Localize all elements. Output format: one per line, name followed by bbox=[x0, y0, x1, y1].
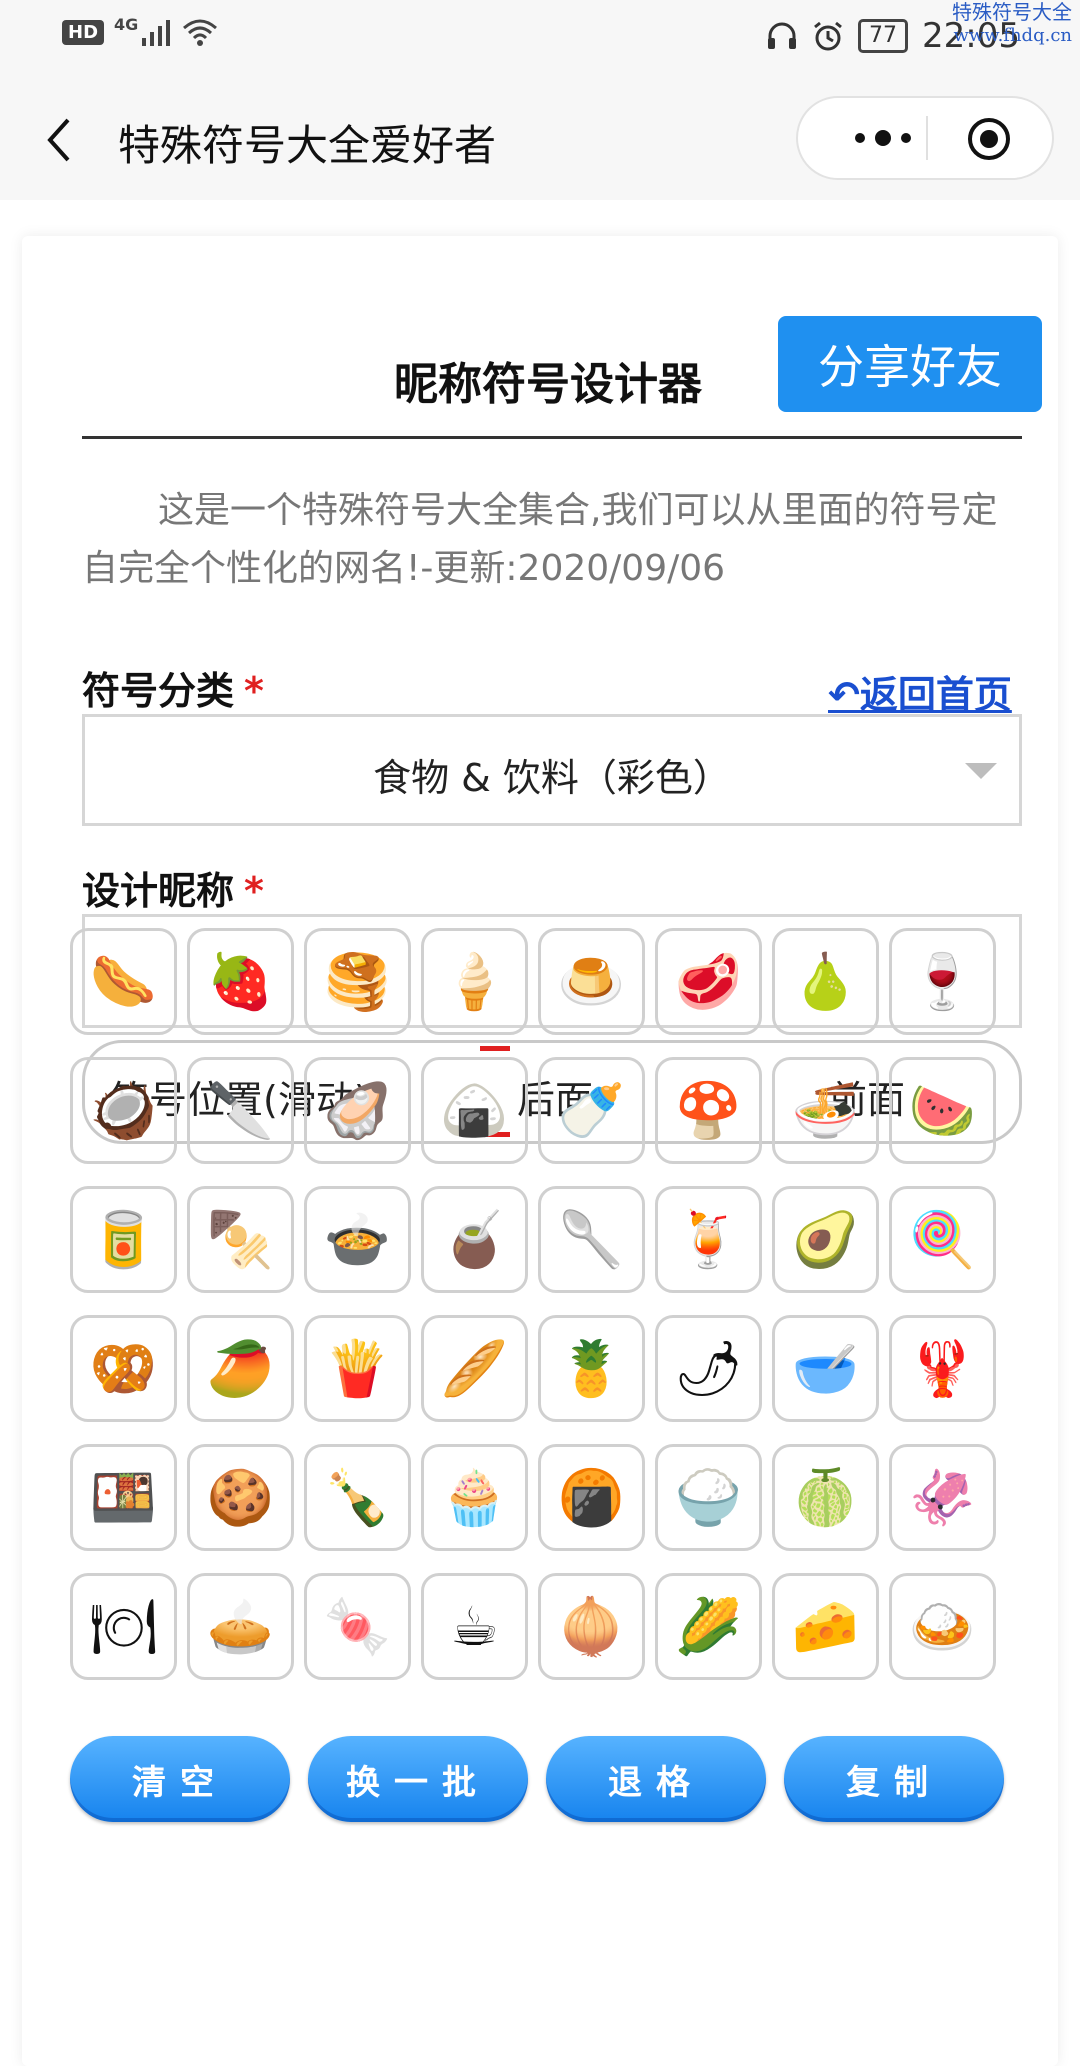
symbol-cell[interactable]: 🦑 bbox=[889, 1444, 996, 1551]
symbol-cell[interactable]: 🥥 bbox=[70, 1057, 177, 1164]
symbol-cell[interactable]: 🍹 bbox=[655, 1186, 762, 1293]
symbol-cell[interactable]: 🌽 bbox=[655, 1573, 762, 1680]
headphones-icon bbox=[768, 22, 797, 49]
symbol-cell[interactable]: 🧅 bbox=[538, 1573, 645, 1680]
back-icon[interactable] bbox=[40, 110, 80, 170]
symbol-cell[interactable]: 🍄 bbox=[655, 1057, 762, 1164]
symbol-cell[interactable]: ☕ bbox=[421, 1573, 528, 1680]
symbol-cell[interactable]: 🍐 bbox=[772, 928, 879, 1035]
status-left: HD 4G bbox=[62, 14, 218, 46]
nickname-label-text: 设计昵称 bbox=[82, 869, 235, 913]
symbol-cell[interactable]: 🍟 bbox=[304, 1315, 411, 1422]
symbol-cell[interactable]: 🍦 bbox=[421, 928, 528, 1035]
backspace-button[interactable]: 退格 bbox=[546, 1736, 766, 1822]
symbol-cell[interactable]: 🍾 bbox=[304, 1444, 411, 1551]
status-bar: HD 4G 77 22:05 特殊符号大全 www.fhdq.cn bbox=[0, 0, 1080, 80]
share-button[interactable]: 分享好友 bbox=[778, 316, 1042, 412]
symbol-cell[interactable]: 🥣 bbox=[772, 1315, 879, 1422]
symbol-cell[interactable]: 🥩 bbox=[655, 928, 762, 1035]
symbol-cell[interactable]: 🍱 bbox=[70, 1444, 177, 1551]
wifi-icon bbox=[183, 19, 218, 46]
symbol-cell[interactable]: 🥭 bbox=[187, 1315, 294, 1422]
symbol-cell[interactable]: 🍘 bbox=[538, 1444, 645, 1551]
clear-button[interactable]: 清空 bbox=[70, 1736, 290, 1822]
capsule-divider bbox=[926, 116, 928, 160]
symbol-cell[interactable]: 🍈 bbox=[772, 1444, 879, 1551]
symbol-cell[interactable]: 🦪 bbox=[304, 1057, 411, 1164]
symbol-cell[interactable]: 🧁 bbox=[421, 1444, 528, 1551]
card-title: 昵称符号设计器 bbox=[394, 359, 702, 410]
signal-icon bbox=[142, 20, 171, 46]
symbol-cell[interactable]: 🥑 bbox=[772, 1186, 879, 1293]
battery-indicator: 77 bbox=[858, 19, 909, 53]
home-link[interactable]: ↶返回首页 bbox=[828, 664, 1012, 719]
symbol-cell[interactable]: 🍷 bbox=[889, 928, 996, 1035]
alarm-icon bbox=[814, 21, 842, 51]
symbol-cell[interactable]: 🧉 bbox=[421, 1186, 528, 1293]
symbol-cell[interactable]: 🥨 bbox=[70, 1315, 177, 1422]
symbol-cell[interactable]: 🔪 bbox=[187, 1057, 294, 1164]
symbol-cell[interactable]: 🍚 bbox=[655, 1444, 762, 1551]
symbol-cell[interactable]: 🌶 bbox=[655, 1315, 762, 1422]
nickname-label: 设计昵称 * bbox=[82, 860, 264, 915]
symbol-cell[interactable]: 🍪 bbox=[187, 1444, 294, 1551]
symbol-cell[interactable]: 🦞 bbox=[889, 1315, 996, 1422]
copy-button[interactable]: 复制 bbox=[784, 1736, 1004, 1822]
symbol-cell[interactable]: 🍮 bbox=[538, 928, 645, 1035]
action-bar: 清空 换一批 退格 复制 bbox=[70, 1736, 1010, 1822]
title-divider bbox=[82, 436, 1022, 439]
symbol-cell[interactable]: 🌭 bbox=[70, 928, 177, 1035]
nav-bar: 特殊符号大全爱好者 bbox=[0, 80, 1080, 200]
category-label-text: 符号分类 bbox=[82, 669, 235, 713]
symbol-cell[interactable]: 🥄 bbox=[538, 1186, 645, 1293]
symbol-cell[interactable]: 🍼 bbox=[538, 1057, 645, 1164]
page-title: 特殊符号大全爱好者 bbox=[118, 121, 497, 170]
symbol-cell[interactable]: 🍢 bbox=[187, 1186, 294, 1293]
category-select[interactable]: 食物 & 饮料（彩色） bbox=[82, 714, 1022, 826]
required-mark: * bbox=[244, 669, 264, 713]
category-label: 符号分类 * bbox=[82, 660, 264, 715]
symbol-cell[interactable]: 🍭 bbox=[889, 1186, 996, 1293]
site-watermark: 特殊符号大全 www.fhdq.cn bbox=[952, 0, 1072, 48]
symbol-cell[interactable]: 🍜 bbox=[772, 1057, 879, 1164]
symbol-cell[interactable]: 🥫 bbox=[70, 1186, 177, 1293]
symbol-cell[interactable]: 🍓 bbox=[187, 928, 294, 1035]
required-mark: * bbox=[244, 869, 264, 913]
symbol-cell[interactable]: 🍙 bbox=[421, 1057, 528, 1164]
intro-text: 这是一个特殊符号大全集合,我们可以从里面的符号定自完全个性化的网名!-更新:20… bbox=[82, 490, 998, 589]
symbol-cell[interactable]: 🍍 bbox=[538, 1315, 645, 1422]
symbol-cell[interactable]: 🥖 bbox=[421, 1315, 528, 1422]
symbol-cell[interactable]: 🍛 bbox=[889, 1573, 996, 1680]
hd-badge: HD bbox=[62, 19, 105, 45]
network-type: 4G bbox=[114, 14, 139, 34]
symbol-cell[interactable]: 🍽 bbox=[70, 1573, 177, 1680]
watermark-url: www.fhdq.cn bbox=[953, 25, 1072, 46]
symbol-grid: 🌭 🍓 🥞 🍦 🍮 🥩 🍐 🍷 🥥 🔪 🦪 🍙 🍼 🍄 🍜 🍉 🥫 🍢 🍲 🧉 🥄 🍹 🥑 🍭 🥨 🥭 🍟 🥖 🍍 🌶 🥣 🦞 🍱 🍪 🍾 🧁 🍘 🍚 🍈 🦑… bbox=[70, 928, 996, 1680]
close-target-icon[interactable] bbox=[966, 116, 1012, 162]
symbol-cell[interactable]: 🥧 bbox=[187, 1573, 294, 1680]
symbol-cell[interactable]: 🥞 bbox=[304, 928, 411, 1035]
watermark-title: 特殊符号大全 bbox=[952, 0, 1072, 24]
symbol-cell[interactable]: 🍉 bbox=[889, 1057, 996, 1164]
symbol-cell[interactable]: 🍬 bbox=[304, 1573, 411, 1680]
symbol-cell[interactable]: 🍲 bbox=[304, 1186, 411, 1293]
refresh-button[interactable]: 换一批 bbox=[308, 1736, 528, 1822]
more-icon[interactable] bbox=[838, 98, 928, 178]
dropdown-arrow-icon bbox=[965, 763, 997, 779]
category-select-value: 食物 & 饮料（彩色） bbox=[373, 756, 731, 800]
symbol-cell[interactable]: 🧀 bbox=[772, 1573, 879, 1680]
mini-program-capsule bbox=[796, 96, 1054, 180]
